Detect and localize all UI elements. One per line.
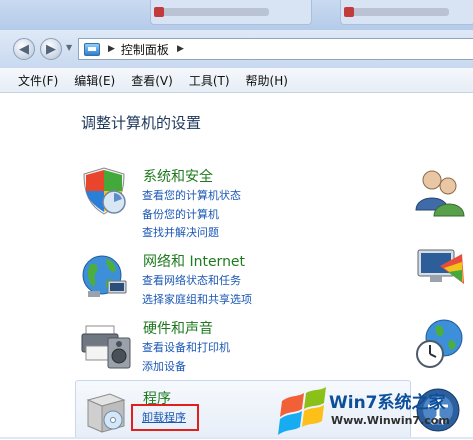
menu-view[interactable]: 查看(V) (131, 72, 173, 89)
back-button[interactable]: ◀ (13, 38, 35, 60)
link-homegroup-sharing[interactable]: 选择家庭组和共享选项 (142, 291, 252, 307)
category-network-internet: 网络和 Internet 查看网络状态和任务 选择家庭组和共享选项 (80, 251, 410, 311)
link-backup-computer[interactable]: 备份您的计算机 (142, 206, 219, 222)
user-accounts-icon[interactable] (414, 166, 466, 218)
control-panel-icon (84, 42, 100, 56)
breadcrumb-control-panel[interactable]: 控制面板 (121, 41, 169, 58)
recent-pages-dropdown[interactable]: ▼ (66, 43, 72, 52)
category-hardware-sound: 硬件和声音 查看设备和打印机 添加设备 (80, 318, 410, 378)
address-bar[interactable]: ▶ 控制面板 ▶ (78, 38, 473, 60)
category-title[interactable]: 网络和 Internet (143, 251, 245, 271)
menu-edit[interactable]: 编辑(E) (74, 72, 115, 89)
arrow-right-icon: ▶ (46, 41, 56, 57)
tab-app-icon (154, 7, 164, 17)
link-devices-printers[interactable]: 查看设备和打印机 (142, 339, 230, 355)
window-tab[interactable] (150, 0, 312, 25)
forward-button[interactable]: ▶ (40, 38, 62, 60)
shield-icon[interactable] (80, 166, 132, 218)
link-view-network-status[interactable]: 查看网络状态和任务 (142, 272, 241, 288)
link-add-device[interactable]: 添加设备 (142, 358, 186, 374)
watermark-url: Www.Winwin7.com (331, 414, 450, 427)
watermark-title: Win7系统之家 (329, 393, 446, 413)
tab-app-icon (344, 7, 354, 17)
breadcrumb-separator-icon[interactable]: ▶ (108, 44, 115, 54)
navigation-bar: ◀ ▶ ▼ ▶ 控制面板 ▶ (0, 30, 473, 68)
globe-network-icon[interactable] (80, 251, 132, 303)
window-tab[interactable] (340, 0, 473, 25)
title-bar (0, 0, 473, 30)
link-view-computer-status[interactable]: 查看您的计算机状态 (142, 187, 241, 203)
category-title[interactable]: 系统和安全 (143, 166, 213, 186)
breadcrumb-separator-icon[interactable]: ▶ (177, 44, 184, 54)
menu-file[interactable]: 文件(F) (18, 72, 58, 89)
menu-help[interactable]: 帮助(H) (246, 72, 288, 89)
arrow-left-icon: ◀ (19, 41, 29, 57)
appearance-personalization-icon[interactable] (414, 244, 466, 296)
category-title[interactable]: 硬件和声音 (143, 318, 213, 338)
link-find-fix-problems[interactable]: 查找并解决问题 (142, 224, 219, 240)
printer-speaker-icon[interactable] (80, 318, 132, 370)
annotation-highlight-box (131, 404, 199, 431)
menu-tools[interactable]: 工具(T) (189, 72, 230, 89)
page-title: 调整计算机的设置 (81, 114, 202, 132)
clock-language-region-icon[interactable] (414, 318, 466, 370)
programs-box-icon[interactable] (80, 388, 132, 440)
category-system-security: 系统和安全 查看您的计算机状态 备份您的计算机 查找并解决问题 (80, 166, 410, 240)
menu-bar: 文件(F) 编辑(E) 查看(V) 工具(T) 帮助(H) (0, 68, 473, 93)
